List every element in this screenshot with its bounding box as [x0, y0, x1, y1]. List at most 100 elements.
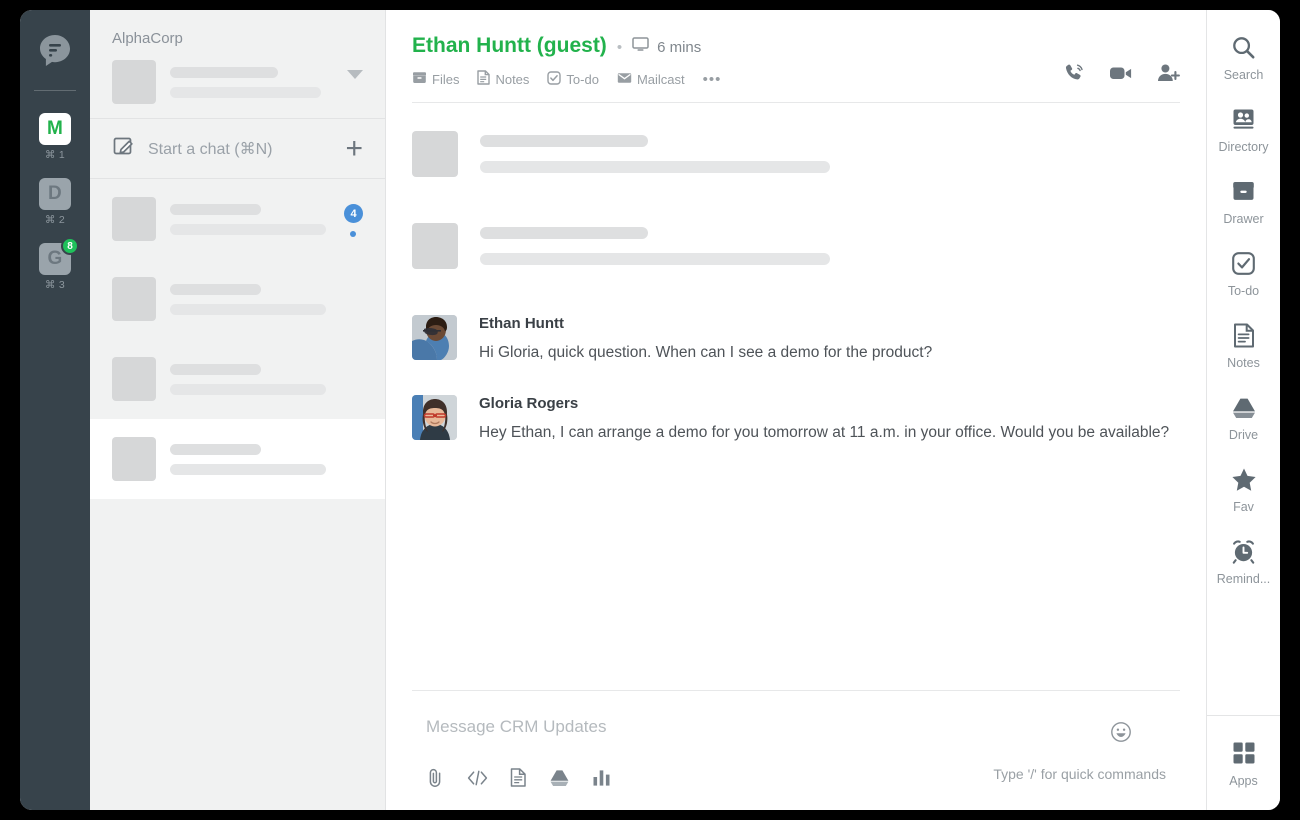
rail-item-apps[interactable]: Apps: [1207, 738, 1281, 788]
placeholder-message: [412, 131, 1180, 177]
plus-icon[interactable]: +: [345, 133, 363, 163]
drive-icon: [1231, 392, 1257, 422]
video-camera-icon[interactable]: [1109, 64, 1133, 87]
title-separator: •: [616, 39, 623, 56]
placeholder-line: [170, 443, 261, 455]
fleep-logo-icon: [36, 32, 74, 70]
list-item[interactable]: 4: [90, 179, 385, 259]
message-list: Ethan Huntt Hi Gloria, quick question. W…: [386, 103, 1206, 690]
placeholder-line: [170, 66, 279, 78]
placeholder-line: [170, 303, 327, 315]
conversation-panel: Ethan Huntt (guest) • 6 mins Files Notes…: [386, 10, 1206, 810]
subnav-item-files[interactable]: Files: [412, 71, 459, 87]
rail-item-reminders[interactable]: Remind...: [1207, 536, 1281, 586]
rail-label: Remind...: [1216, 572, 1271, 586]
rail-label: To-do: [1227, 284, 1260, 298]
subnav-item-todo[interactable]: To-do: [547, 70, 599, 88]
unread-dot: [350, 231, 356, 237]
placeholder-line: [170, 363, 261, 375]
smiley-icon[interactable]: [1110, 721, 1132, 748]
list-item[interactable]: [90, 339, 385, 419]
chat-list: 4: [90, 179, 385, 810]
rail-item-search[interactable]: Search: [1207, 32, 1281, 82]
rail-item-notes[interactable]: Notes: [1207, 320, 1281, 370]
rail-label: Notes: [1227, 356, 1260, 370]
tools-rail: Search Directory Drawer To-do Notes Driv…: [1206, 10, 1280, 810]
chat-list-panel: AlphaCorp Start a chat (⌘N) + 4: [90, 10, 386, 810]
subnav-label: Files: [432, 71, 460, 87]
workspace-name: AlphaCorp: [112, 30, 183, 47]
workspace-item-g[interactable]: G 8 ⌘ 3: [39, 237, 79, 291]
last-seen: 6 mins: [657, 38, 702, 56]
page-title: Ethan Huntt (guest): [412, 34, 607, 57]
placeholder-avatar: [112, 277, 156, 321]
phone-call-icon[interactable]: [1063, 62, 1085, 89]
drive-icon[interactable]: [549, 768, 570, 787]
rail-item-drive[interactable]: Drive: [1207, 392, 1281, 442]
avatar[interactable]: [412, 315, 457, 360]
placeholder-avatar: [112, 437, 156, 481]
rail-label: Apps: [1229, 774, 1258, 788]
message-text: Hi Gloria, quick question. When can I se…: [479, 344, 933, 361]
workspace-shortcut: ⌘ 1: [44, 149, 66, 161]
placeholder-line: [480, 227, 648, 239]
placeholder-line: [170, 383, 327, 395]
workspace-item-m[interactable]: M ⌘ 1: [39, 113, 71, 161]
placeholder-line: [170, 223, 327, 235]
workspace-header[interactable]: AlphaCorp: [90, 10, 385, 119]
placeholder-message: [412, 223, 1180, 269]
chevron-down-icon[interactable]: [347, 70, 363, 79]
list-item[interactable]: [90, 259, 385, 339]
rail-label: Fav: [1233, 500, 1254, 514]
placeholder-line: [170, 463, 327, 475]
placeholder-avatar: [112, 60, 156, 104]
subnav-label: To-do: [566, 71, 599, 87]
unread-badge: 4: [344, 204, 363, 223]
subnav-item-notes[interactable]: Notes: [477, 70, 529, 88]
rail-divider: [34, 90, 76, 91]
rail-bottom-section: Apps: [1207, 715, 1280, 810]
start-chat-button[interactable]: Start a chat (⌘N) +: [90, 119, 385, 179]
list-item-selected[interactable]: [90, 419, 385, 499]
subnav-overflow-button[interactable]: •••: [703, 71, 722, 88]
workspace-tile[interactable]: D: [39, 178, 71, 210]
poll-icon[interactable]: [592, 769, 611, 787]
drawer-icon: [1231, 176, 1256, 206]
paperclip-icon[interactable]: [426, 767, 445, 788]
workspace-item-d[interactable]: D ⌘ 2: [39, 178, 71, 226]
rail-item-todo[interactable]: To-do: [1207, 248, 1281, 298]
star-icon: [1231, 464, 1257, 494]
composer-hint: Type '/' for quick commands: [993, 766, 1166, 782]
app-window: M ⌘ 1 D ⌘ 2 G 8 ⌘ 3 AlphaCorp Start a ch…: [20, 10, 1280, 810]
rail-item-directory[interactable]: Directory: [1207, 104, 1281, 154]
placeholder-avatar: [412, 223, 458, 269]
message-author: Gloria Rogers: [479, 395, 579, 413]
placeholder-avatar: [412, 131, 458, 177]
workspace-shortcut: ⌘ 2: [44, 214, 66, 226]
message-author: Ethan Huntt: [479, 315, 564, 332]
subnav-item-mailcast[interactable]: Mailcast: [617, 72, 685, 87]
start-chat-label: Start a chat (⌘N): [148, 140, 273, 158]
rail-label: Drawer: [1223, 212, 1264, 226]
document-icon[interactable]: [510, 768, 527, 787]
add-person-icon[interactable]: [1157, 63, 1180, 88]
placeholder-line: [170, 86, 321, 98]
header-actions: [1063, 62, 1180, 89]
placeholder-avatar: [112, 197, 156, 241]
placeholder-line: [480, 135, 648, 147]
message-composer: Message CRM Updates Type '/' for quick c…: [412, 690, 1180, 810]
placeholder-line: [170, 283, 261, 295]
rail-item-fav[interactable]: Fav: [1207, 464, 1281, 514]
workspace-tile[interactable]: M: [39, 113, 71, 145]
compose-icon: [112, 135, 134, 162]
workspace-profile-placeholder: [112, 60, 363, 104]
rail-label: Directory: [1218, 140, 1269, 154]
code-icon[interactable]: [467, 770, 488, 786]
message-item: Ethan Huntt Hi Gloria, quick question. W…: [412, 315, 1180, 365]
message-text: Hey Ethan, I can arrange a demo for you …: [479, 424, 1170, 442]
message-input[interactable]: Message CRM Updates: [412, 713, 1180, 767]
avatar[interactable]: [412, 395, 457, 441]
rail-item-drawer[interactable]: Drawer: [1207, 176, 1281, 226]
notes-icon: [1233, 320, 1255, 350]
monitor-icon: [632, 37, 649, 57]
